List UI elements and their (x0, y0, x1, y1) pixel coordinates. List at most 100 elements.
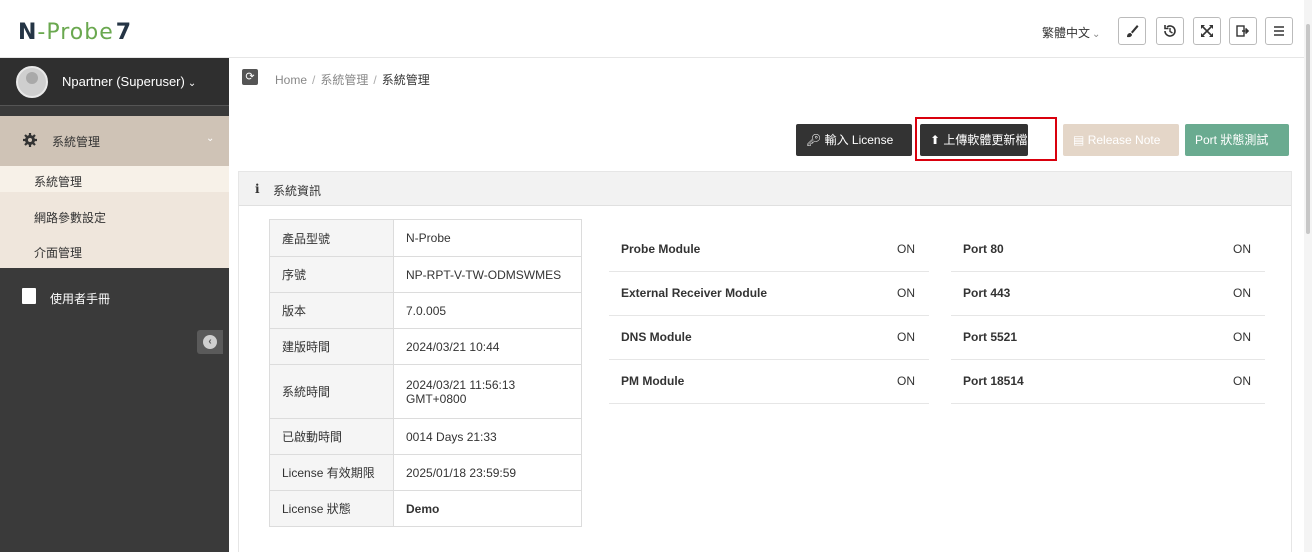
port-test-button[interactable]: Port 狀態測試 (1185, 124, 1289, 156)
table-row: License 有效期限 2025/01/18 23:59:59 (269, 454, 582, 491)
document-icon: ▤ (1073, 133, 1085, 147)
info-key: 系統時間 (269, 364, 394, 419)
sidebar-section-label: 系統管理 (52, 135, 101, 149)
logo-letter: N (18, 20, 38, 45)
language-label: 繁體中文 (1042, 26, 1091, 40)
chevron-down-icon: ⌄ (187, 78, 197, 89)
list-item: Port 80 ON (951, 228, 1265, 272)
module-status-list: Probe Module ON External Receiver Module O… (609, 228, 929, 404)
info-value: 2025/01/18 23:59:59 (393, 454, 582, 491)
info-value: NP-RPT-V-TW-ODMSWMES (393, 256, 582, 293)
logo-version: 7 (115, 20, 133, 45)
key-icon: 🔑︎ (806, 133, 822, 147)
logout-icon (1236, 25, 1250, 37)
module-status: ON (897, 374, 915, 388)
system-info-table: 產品型號 N-Probe 序號 NP-RPT-V-TW-ODMSWMES 版本 7.0… (269, 219, 582, 527)
port-status: ON (1233, 330, 1251, 344)
breadcrumb: Home / 系統管理 / 系統管理 (275, 73, 430, 87)
port-name: Port 5521 (963, 330, 1018, 344)
port-name: Port 80 (963, 242, 1004, 256)
list-item: PM Module ON (609, 360, 929, 404)
sidebar-item-network[interactable]: 網路參數設定 (34, 209, 106, 226)
module-status: ON (897, 330, 915, 344)
port-name: Port 443 (963, 286, 1011, 300)
panel-header: i 系統資訊 (239, 172, 1291, 206)
sidebar-collapse-button[interactable]: ‹ (197, 330, 223, 354)
user-name-label: Npartner (Superuser) (62, 74, 185, 89)
list-item: External Receiver Module ON (609, 272, 929, 316)
module-name: Probe Module (621, 242, 701, 256)
chevron-down-icon: ⌄ (1092, 29, 1101, 40)
info-key: License 有效期限 (269, 454, 394, 491)
list-item: Probe Module ON (609, 228, 929, 272)
info-value: Demo (393, 490, 582, 527)
gear-icon (23, 133, 37, 147)
port-status: ON (1233, 286, 1251, 300)
info-value: 0014 Days 21:33 (393, 418, 582, 455)
table-row: 序號 NP-RPT-V-TW-ODMSWMES (269, 256, 582, 293)
list-item: Port 5521 ON (951, 316, 1265, 360)
logout-button[interactable] (1229, 17, 1257, 45)
breadcrumb-section[interactable]: 系統管理 (320, 73, 368, 87)
avatar (16, 66, 48, 98)
top-bar: N-Probe7 繁體中文 ⌄ (0, 0, 1312, 58)
logo-word: -Probe (37, 20, 114, 45)
info-value: 2024/03/21 10:44 (393, 328, 582, 365)
info-key: 已啟動時間 (269, 418, 394, 455)
info-key: 序號 (269, 256, 394, 293)
module-name: DNS Module (621, 330, 692, 344)
history-button[interactable] (1156, 17, 1184, 45)
refresh-icon[interactable]: ⟳ (242, 69, 258, 85)
expand-icon (1201, 25, 1213, 37)
port-test-button-label: Port 狀態測試 (1195, 133, 1269, 147)
language-select[interactable]: 繁體中文 ⌄ (1042, 24, 1100, 41)
sidebar-item-interface[interactable]: 介面管理 (34, 244, 82, 261)
user-profile[interactable]: Npartner (Superuser) ⌄ (0, 58, 229, 106)
port-status: ON (1233, 242, 1251, 256)
info-key: 版本 (269, 292, 394, 329)
sidebar: Npartner (Superuser) ⌄ 系統管理 ⌄ 系統管理 網路參數設定… (0, 58, 229, 552)
info-value: 7.0.005 (393, 292, 582, 329)
module-status: ON (897, 286, 915, 300)
app-logo[interactable]: N-Probe7 (18, 20, 132, 45)
sidebar-section-system[interactable]: 系統管理 ⌄ (0, 116, 229, 166)
breadcrumb-current: 系統管理 (381, 73, 430, 87)
book-icon (22, 288, 36, 304)
info-key: 產品型號 (269, 219, 394, 257)
user-name: Npartner (Superuser) ⌄ (62, 74, 196, 89)
info-value: N-Probe (393, 219, 582, 257)
panel-title: 系統資訊 (273, 184, 322, 198)
sidebar-item-manual-label: 使用者手冊 (50, 292, 111, 306)
chevron-down-icon: ⌄ (206, 133, 215, 144)
table-row: License 狀態 Demo (269, 490, 582, 527)
release-note-button[interactable]: ▤ Release Note (1063, 124, 1179, 156)
port-status-list: Port 80 ON Port 443 ON Port 5521 ON Port 18… (951, 228, 1265, 404)
table-row: 產品型號 N-Probe (269, 219, 582, 257)
brush-icon (1127, 25, 1139, 38)
list-item: DNS Module ON (609, 316, 929, 360)
table-row: 已啟動時間 0014 Days 21:33 (269, 418, 582, 455)
theme-button[interactable] (1118, 17, 1146, 45)
license-button-label: 輸入 License (824, 133, 894, 147)
highlight-box (915, 117, 1057, 161)
menu-button[interactable] (1265, 17, 1293, 45)
scrollbar-thumb[interactable] (1306, 24, 1310, 234)
fullscreen-button[interactable] (1193, 17, 1221, 45)
module-name: External Receiver Module (621, 286, 768, 300)
breadcrumb-home[interactable]: Home (275, 73, 307, 87)
license-button[interactable]: 🔑︎ 輸入 License (796, 124, 912, 156)
module-status: ON (897, 242, 915, 256)
info-icon: i (255, 182, 260, 196)
list-item: Port 443 ON (951, 272, 1265, 316)
history-icon (1164, 25, 1176, 37)
info-key: 建版時間 (269, 328, 394, 365)
info-value: 2024/03/21 11:56:13 GMT+0800 (393, 364, 582, 419)
hamburger-icon (1274, 26, 1284, 36)
system-info-panel: i 系統資訊 產品型號 N-Probe 序號 NP-RPT-V-TW-ODMSWME… (238, 171, 1292, 552)
sidebar-submenu: 系統管理 網路參數設定 介面管理 (0, 166, 229, 268)
table-row: 建版時間 2024/03/21 10:44 (269, 328, 582, 365)
sidebar-item-system[interactable]: 系統管理 (34, 173, 82, 190)
list-item: Port 18514 ON (951, 360, 1265, 404)
info-key: License 狀態 (269, 490, 394, 527)
sidebar-item-manual[interactable]: 使用者手冊 (0, 282, 229, 312)
